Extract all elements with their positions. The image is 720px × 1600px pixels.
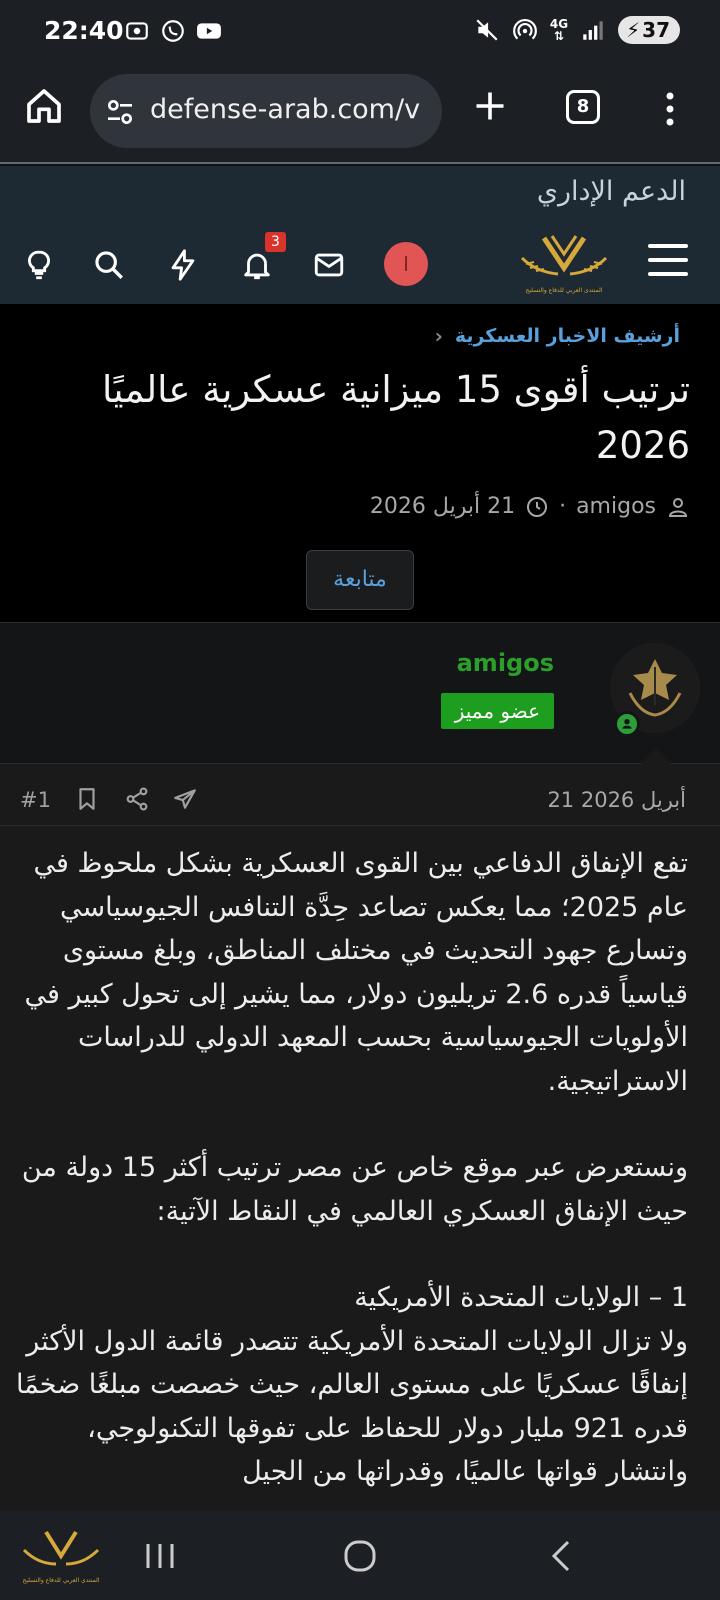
notification-badge: 3 bbox=[265, 232, 286, 252]
network-type: 4G ⇅ bbox=[549, 17, 569, 43]
floating-site-logo[interactable]: المنتدى العربي للدفاع والتسليح bbox=[18, 1524, 104, 1590]
post-number-link[interactable]: #1 bbox=[20, 788, 51, 812]
whatsapp-icon bbox=[162, 20, 184, 42]
recent-apps-icon[interactable] bbox=[142, 1538, 178, 1574]
svg-text:المنتدى العربي للدفاع والتسليح: المنتدى العربي للدفاع والتسليح bbox=[23, 1577, 100, 1584]
bell-icon[interactable] bbox=[240, 248, 274, 282]
post-paragraph: تفع الإنفاق الدفاعي بين القوى العسكرية ب… bbox=[24, 848, 688, 1097]
thread-date[interactable]: 21 أبريل 2026 bbox=[370, 494, 515, 519]
search-icon[interactable] bbox=[92, 248, 126, 282]
hotspot-icon bbox=[513, 19, 537, 40]
svg-text:المنتدى العربي للدفاع والتسليح: المنتدى العربي للدفاع والتسليح bbox=[526, 287, 603, 294]
thread-meta: amigos · 21 أبريل 2026 bbox=[370, 494, 690, 519]
share-icon[interactable] bbox=[124, 786, 150, 812]
status-left-icons bbox=[124, 18, 222, 44]
admin-support-link[interactable]: الدعم الإداري bbox=[537, 176, 686, 207]
new-tab-icon[interactable] bbox=[472, 88, 508, 124]
youtube-icon bbox=[197, 23, 221, 39]
battery-charging-icon: ⚡ bbox=[626, 18, 641, 42]
hamburger-menu-icon[interactable] bbox=[648, 242, 688, 278]
post-action-bar: #1 21 أبريل 2026 bbox=[0, 764, 720, 826]
thread-header: أرشيف الاخبار العسكرية ‹ ترتيب أقوى 15 م… bbox=[0, 304, 720, 622]
address-bar[interactable]: defense-arab.com/v bbox=[90, 74, 442, 148]
post-body: #1 21 أبريل 2026 تفع الإنفاق الدفاعي بين… bbox=[0, 764, 720, 1510]
post-user-block: amigos عضو مميز bbox=[0, 622, 720, 765]
thread-title: ترتيب أقوى 15 ميزانية عسكرية عالميًا 202… bbox=[102, 368, 690, 467]
site-logo[interactable]: المنتدى العربي للدفاع والتسليح bbox=[514, 228, 614, 300]
signal-icon bbox=[583, 21, 603, 40]
lightning-icon[interactable] bbox=[166, 248, 200, 282]
user-icon bbox=[668, 497, 688, 517]
status-time: 22:40 bbox=[44, 16, 124, 45]
tab-switcher-button[interactable]: 8 bbox=[566, 90, 600, 124]
system-nav-bar: المنتدى العربي للدفاع والتسليح bbox=[0, 1510, 720, 1600]
browser-toolbar: defense-arab.com/v 8 bbox=[0, 64, 720, 164]
back-icon[interactable] bbox=[544, 1538, 580, 1574]
user-avatar-button[interactable]: ا bbox=[384, 242, 428, 286]
post-text: تفع الإنفاق الدفاعي بين القوى العسكرية ب… bbox=[8, 842, 688, 1510]
meta-separator: · bbox=[559, 494, 567, 519]
chevron-left-icon: ‹ bbox=[434, 324, 443, 348]
user-role-badge: عضو مميز bbox=[440, 693, 554, 729]
home-button-icon[interactable] bbox=[342, 1538, 378, 1574]
screenshot-icon bbox=[126, 22, 148, 40]
status-bar: 22:40 4G ⇅ ⚡ 37 bbox=[0, 0, 720, 64]
post-heading: 1 – الولايات المتحدة الأمريكية bbox=[354, 1282, 688, 1313]
lightbulb-icon[interactable] bbox=[22, 248, 56, 282]
post-pointer bbox=[640, 749, 672, 765]
breadcrumb-link[interactable]: أرشيف الاخبار العسكرية bbox=[455, 325, 680, 347]
post-paragraph: ولا تزال الولايات المتحدة الأمريكية تتصد… bbox=[15, 1325, 688, 1488]
telegram-icon[interactable] bbox=[172, 786, 198, 812]
online-status-icon bbox=[614, 711, 640, 737]
post-date[interactable]: 21 أبريل 2026 bbox=[547, 788, 686, 812]
mail-icon[interactable] bbox=[312, 248, 346, 282]
home-icon[interactable] bbox=[24, 86, 64, 126]
site-settings-icon[interactable] bbox=[104, 96, 136, 128]
post-paragraph: ونستعرض عبر موقع خاص عن مصر ترتيب أكثر 1… bbox=[21, 1152, 688, 1227]
post-username[interactable]: amigos bbox=[457, 649, 554, 677]
site-header: الدعم الإداري 3 ا المنتدى العربي للدفاع … bbox=[0, 166, 720, 304]
battery-indicator: ⚡ 37 bbox=[618, 16, 680, 44]
clock-icon bbox=[527, 496, 548, 517]
follow-button[interactable]: متابعة bbox=[306, 550, 414, 610]
status-right-icons: 4G ⇅ ⚡ 37 bbox=[474, 16, 680, 44]
mute-icon bbox=[476, 19, 498, 41]
breadcrumb: أرشيف الاخبار العسكرية ‹ bbox=[435, 324, 680, 348]
url-text: defense-arab.com/v bbox=[150, 94, 421, 125]
thread-author[interactable]: amigos bbox=[576, 494, 656, 519]
more-menu-icon[interactable] bbox=[666, 92, 674, 126]
bookmark-icon[interactable] bbox=[74, 786, 100, 812]
